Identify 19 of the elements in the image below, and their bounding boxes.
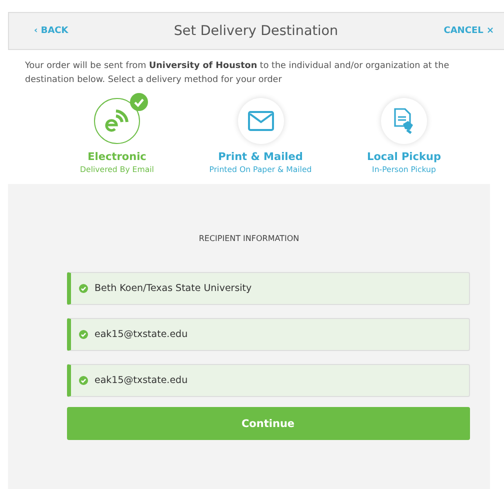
check-circle-icon <box>78 376 88 385</box>
section-heading: RECIPIENT INFORMATION <box>198 234 300 243</box>
option-label: Electronic <box>88 151 146 163</box>
e-signal-icon <box>104 108 130 134</box>
delivery-option[interactable] <box>94 98 140 144</box>
envelope-icon <box>248 111 274 131</box>
input-field[interactable]: eak15@txstate.edu <box>66 364 470 397</box>
input-field[interactable]: Beth Koen/Texas State University <box>66 272 470 305</box>
option-label: Print & Mailed <box>218 151 303 163</box>
check-circle-icon <box>78 330 88 339</box>
delivery-option[interactable] <box>238 98 284 144</box>
check-circle-icon <box>78 284 88 293</box>
document-hand-icon <box>393 108 415 134</box>
page-title: Set Delivery Destination <box>174 23 338 39</box>
option-label: Local Pickup <box>367 151 441 163</box>
check-badge-icon <box>130 93 148 111</box>
delivery-option[interactable] <box>381 98 427 144</box>
intro-text: Your order will be sent from University of Houston to the individual and/or organization at the destination below. Select a delivery method for your order <box>25 60 450 87</box>
input-field[interactable]: eak15@txstate.edu <box>66 318 470 351</box>
